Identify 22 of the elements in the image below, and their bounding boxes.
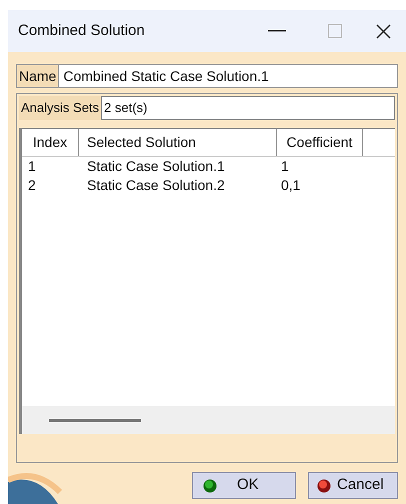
- analysis-sets-field[interactable]: 2 set(s): [101, 96, 395, 120]
- table-cell-text: 1: [27, 157, 37, 176]
- minimize-icon: [268, 30, 286, 32]
- ball-icon: [203, 478, 217, 492]
- cancel-button[interactable]: Cancel: [308, 472, 398, 499]
- table-cell-text: Static Case Solution.2: [86, 176, 226, 195]
- analysis-sets-label: Analysis Sets: [19, 96, 102, 120]
- name-label: Name: [17, 65, 60, 87]
- table-cell-text: 2: [27, 176, 37, 195]
- table-cell-text: Static Case Solution.1: [86, 157, 226, 176]
- scrollbar-thumb[interactable]: [49, 418, 141, 422]
- name-field[interactable]: Combined Static Case Solution.1: [59, 65, 397, 87]
- ok-button[interactable]: OK: [192, 472, 296, 499]
- table-cell-text: 0,1: [280, 176, 302, 195]
- column-header[interactable]: Index: [22, 129, 79, 156]
- maximize-icon: [328, 24, 342, 38]
- ball-icon: [317, 478, 331, 492]
- column-header[interactable]: Coefficient: [277, 129, 363, 156]
- table-cell-text: 1: [280, 157, 290, 176]
- window-title: Combined Solution: [18, 20, 146, 41]
- close-icon: [376, 24, 390, 38]
- column-header[interactable]: Selected Solution: [79, 129, 277, 156]
